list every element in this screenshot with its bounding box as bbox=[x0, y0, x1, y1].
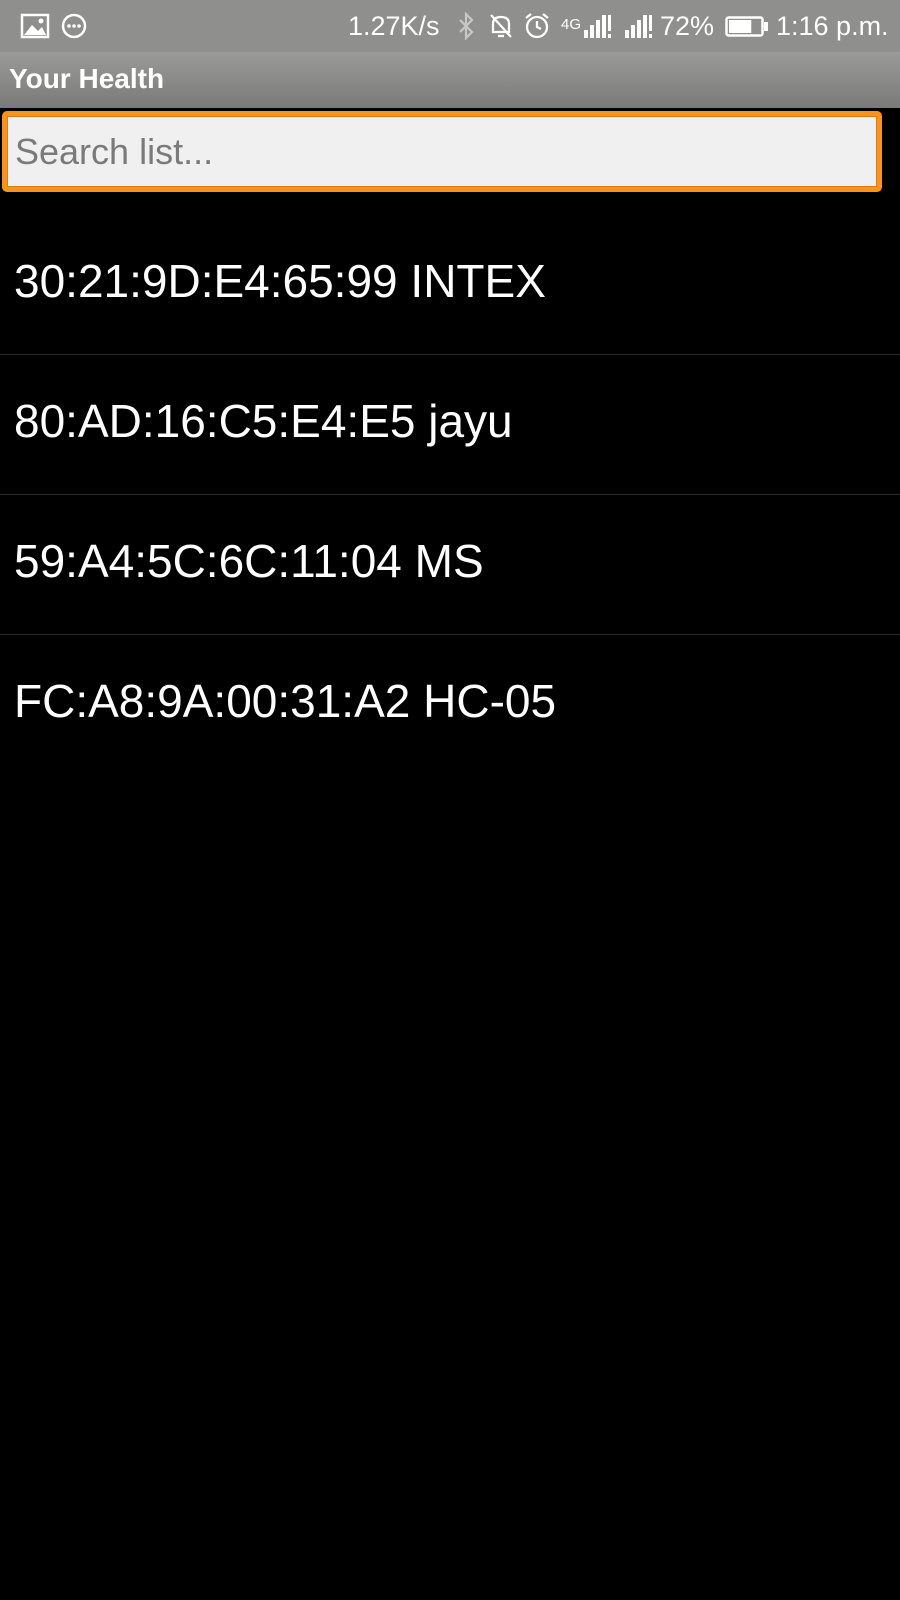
chat-bubble-icon bbox=[61, 13, 87, 39]
net-speed: 1.27K/s bbox=[348, 11, 440, 41]
battery-icon bbox=[725, 16, 768, 37]
list-item[interactable]: 59:A4:5C:6C:11:04 MS bbox=[0, 495, 900, 635]
clock: 1:16 p.m. bbox=[776, 11, 889, 41]
network-type: 4G bbox=[561, 16, 582, 33]
alarm-icon bbox=[525, 13, 549, 39]
battery-percent: 72% bbox=[660, 11, 715, 41]
list-item[interactable]: 30:21:9D:E4:65:99 INTEX bbox=[0, 215, 900, 355]
search-input[interactable] bbox=[2, 111, 882, 192]
app-bar: Your Health bbox=[0, 52, 900, 108]
search-container bbox=[0, 108, 900, 204]
app-title: Your Health bbox=[9, 63, 165, 94]
list-item[interactable]: FC:A8:9A:00:31:A2 HC-05 bbox=[0, 635, 900, 775]
device-label: 59:A4:5C:6C:11:04 MS bbox=[14, 535, 484, 587]
device-list: 30:21:9D:E4:65:99 INTEX 80:AD:16:C5:E4:E… bbox=[0, 215, 900, 775]
status-bar: 1.27K/s 4G 72% 1:16 p.m. bbox=[0, 0, 900, 52]
screen: 1.27K/s 4G 72% 1:16 p.m. Your Health Sea… bbox=[0, 0, 900, 1600]
image-icon bbox=[20, 13, 50, 39]
device-label: 30:21:9D:E4:65:99 INTEX bbox=[14, 255, 546, 307]
device-label: FC:A8:9A:00:31:A2 HC-05 bbox=[14, 675, 557, 727]
signal-icon bbox=[625, 15, 652, 38]
mute-icon bbox=[490, 14, 512, 38]
list-item[interactable]: 80:AD:16:C5:E4:E5 jayu bbox=[0, 355, 900, 495]
signal-4g-icon bbox=[584, 15, 611, 38]
bluetooth-icon bbox=[459, 12, 474, 40]
device-label: 80:AD:16:C5:E4:E5 jayu bbox=[14, 395, 513, 447]
